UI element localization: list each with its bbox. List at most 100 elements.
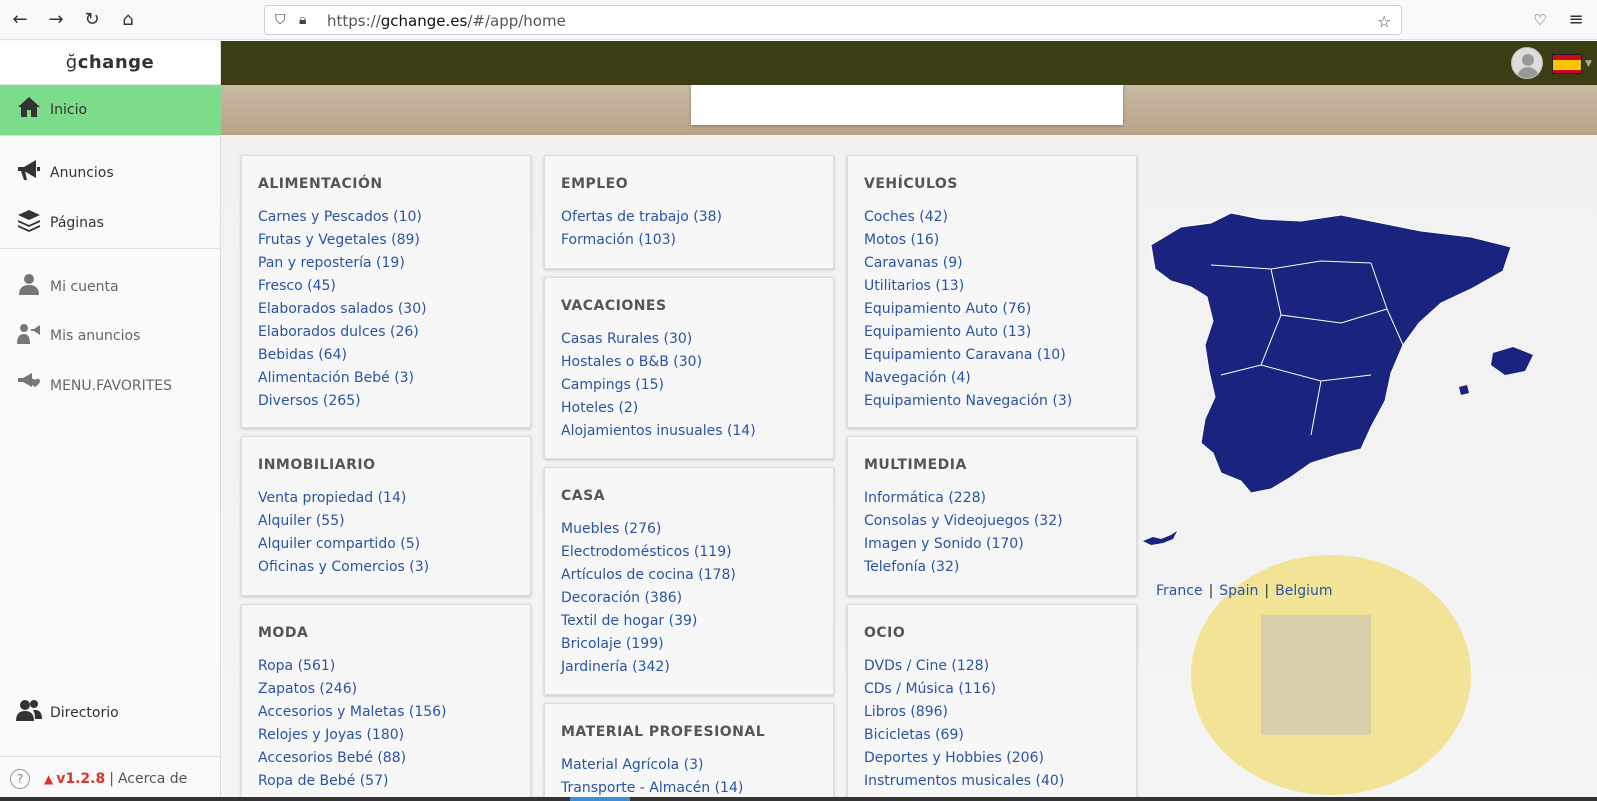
category-link[interactable]: Elaborados salados (30) xyxy=(258,298,514,321)
category-link[interactable]: Alimentación Bebé (3) xyxy=(258,367,514,390)
category-link[interactable]: Bicicletas (69) xyxy=(864,724,1120,747)
category-title[interactable]: MATERIAL PROFESIONAL xyxy=(561,724,817,740)
category-link[interactable]: Hoteles (2) xyxy=(561,397,817,420)
category-link[interactable]: Telefonía (32) xyxy=(864,556,1120,579)
sidebar-item-mis-anuncios[interactable]: Mis anuncios xyxy=(0,311,221,361)
category-card-multimedia: MULTIMEDIA Informática (228) Consolas y … xyxy=(847,436,1137,596)
category-link[interactable]: Electrodomésticos (119) xyxy=(561,541,817,564)
url-path: /#/app/home xyxy=(467,12,566,30)
category-title[interactable]: CASA xyxy=(561,488,817,504)
category-link[interactable]: Navegación (4) xyxy=(864,367,1120,390)
category-link[interactable]: CDs / Música (116) xyxy=(864,678,1120,701)
home-icon[interactable]: ⌂ xyxy=(116,8,140,32)
avatar[interactable] xyxy=(1511,47,1543,79)
sidebar-item-anuncios[interactable]: Anuncios xyxy=(0,148,221,198)
sidebar-item-directorio[interactable]: Directorio xyxy=(0,688,221,738)
sidebar-item-label: Inicio xyxy=(50,102,88,118)
category-link[interactable]: Accesorios y Maletas (156) xyxy=(258,701,514,724)
pocket-icon[interactable]: ♡ xyxy=(1528,8,1552,32)
category-link[interactable]: Caravanas (9) xyxy=(864,252,1120,275)
category-link[interactable]: Imagen y Sonido (170) xyxy=(864,533,1120,556)
brand-logo[interactable]: ğchange xyxy=(0,41,220,85)
chevron-down-icon[interactable]: ▼ xyxy=(1585,59,1592,69)
category-link[interactable]: Carnes y Pescados (10) xyxy=(258,206,514,229)
category-link[interactable]: Hostales o B&B (30) xyxy=(561,351,817,374)
category-link[interactable]: Venta propiedad (14) xyxy=(258,487,514,510)
category-link[interactable]: Accesorios Bebé (88) xyxy=(258,747,514,770)
category-link[interactable]: Fresco (45) xyxy=(258,275,514,298)
category-link[interactable]: Ropa de Bebé (57) xyxy=(258,770,514,793)
help-icon[interactable]: ? xyxy=(10,769,30,789)
category-link[interactable]: Equipamiento Caravana (10) xyxy=(864,344,1120,367)
country-links: France | Spain | Belgium xyxy=(1156,583,1333,599)
category-link[interactable]: Oficinas y Comercios (3) xyxy=(258,556,514,579)
category-link[interactable]: Decoración (386) xyxy=(561,587,817,610)
category-link[interactable]: Bebidas (64) xyxy=(258,344,514,367)
category-link[interactable]: DVDs / Cine (128) xyxy=(864,655,1120,678)
category-link[interactable]: Alquiler compartido (5) xyxy=(258,533,514,556)
menu-icon[interactable]: ≡ xyxy=(1564,8,1588,32)
category-link[interactable]: Pan y repostería (19) xyxy=(258,252,514,275)
country-link-france[interactable]: France xyxy=(1156,583,1203,599)
shield-icon[interactable]: ⛉ xyxy=(275,12,286,28)
category-link[interactable]: Material Agrícola (3) xyxy=(561,754,817,777)
category-link[interactable]: Equipamiento Auto (76) xyxy=(864,298,1120,321)
scrollbar-thumb[interactable] xyxy=(570,797,630,801)
category-title[interactable]: ALIMENTACIÓN xyxy=(258,176,514,192)
category-link[interactable]: Textil de hogar (39) xyxy=(561,610,817,633)
category-link[interactable]: Alquiler (55) xyxy=(258,510,514,533)
category-link[interactable]: Jardinería (342) xyxy=(561,656,817,679)
category-title[interactable]: INMOBILIARIO xyxy=(258,457,514,473)
category-link[interactable]: Equipamiento Auto (13) xyxy=(864,321,1120,344)
category-title[interactable]: MULTIMEDIA xyxy=(864,457,1120,473)
sidebar-item-paginas[interactable]: Páginas xyxy=(0,198,221,248)
category-link[interactable]: Ropa (561) xyxy=(258,655,514,678)
bookmark-star-icon[interactable]: ☆ xyxy=(1377,12,1391,31)
category-link[interactable]: Consolas y Videojuegos (32) xyxy=(864,510,1120,533)
brand-prefix: ğ xyxy=(65,52,78,73)
about-link[interactable]: Acerca de xyxy=(118,771,187,787)
url-bar[interactable]: ⛉ 🔒︎ https://gchange.es/#/app/home ☆ xyxy=(264,5,1402,35)
category-link[interactable]: Libros (896) xyxy=(864,701,1120,724)
category-link[interactable]: Muebles (276) xyxy=(561,518,817,541)
reload-icon[interactable]: ↻ xyxy=(80,8,104,32)
spain-flag-icon[interactable] xyxy=(1552,54,1582,74)
category-link[interactable]: Casas Rurales (30) xyxy=(561,328,817,351)
category-title[interactable]: VACACIONES xyxy=(561,298,817,314)
category-title[interactable]: VEHÍCULOS xyxy=(864,176,1120,192)
country-link-belgium[interactable]: Belgium xyxy=(1275,583,1332,599)
category-link[interactable]: Utilitarios (13) xyxy=(864,275,1120,298)
category-link[interactable]: Campings (15) xyxy=(561,374,817,397)
category-link[interactable]: Relojes y Joyas (180) xyxy=(258,724,514,747)
brand-name: change xyxy=(77,52,155,73)
back-icon[interactable]: ← xyxy=(8,8,32,32)
category-link[interactable]: Instrumentos musicales (40) xyxy=(864,770,1120,793)
category-link[interactable]: Formación (103) xyxy=(561,229,817,252)
category-link[interactable]: Coches (42) xyxy=(864,206,1120,229)
forward-icon[interactable]: → xyxy=(44,8,68,32)
category-title[interactable]: EMPLEO xyxy=(561,176,817,192)
spain-map[interactable] xyxy=(1141,205,1561,585)
version-label[interactable]: v1.2.8 xyxy=(56,771,105,787)
category-link[interactable]: Deportes y Hobbies (206) xyxy=(864,747,1120,770)
category-link[interactable]: Elaborados dulces (26) xyxy=(258,321,514,344)
sidebar-item-inicio[interactable]: Inicio xyxy=(0,85,221,135)
category-link[interactable]: Diversos (265) xyxy=(258,390,514,413)
category-link[interactable]: Bricolaje (199) xyxy=(561,633,817,656)
category-link[interactable]: Informática (228) xyxy=(864,487,1120,510)
category-link[interactable]: Equipamiento Navegación (3) xyxy=(864,390,1120,413)
country-link-spain[interactable]: Spain xyxy=(1219,583,1258,599)
category-link[interactable]: Zapatos (246) xyxy=(258,678,514,701)
category-link[interactable]: Artículos de cocina (178) xyxy=(561,564,817,587)
category-link[interactable]: Motos (16) xyxy=(864,229,1120,252)
sidebar-item-mi-cuenta[interactable]: Mi cuenta xyxy=(0,262,221,312)
divider xyxy=(0,248,221,249)
horizontal-scrollbar[interactable] xyxy=(0,797,1597,801)
category-link[interactable]: Ofertas de trabajo (38) xyxy=(561,206,817,229)
lock-icon[interactable]: 🔒︎ xyxy=(299,12,306,28)
category-link[interactable]: Alojamientos inusuales (14) xyxy=(561,420,817,443)
category-link[interactable]: Frutas y Vegetales (89) xyxy=(258,229,514,252)
category-title[interactable]: OCIO xyxy=(864,625,1120,641)
category-title[interactable]: MODA xyxy=(258,625,514,641)
sidebar-item-favorites[interactable]: MENU.FAVORITES xyxy=(0,361,221,411)
